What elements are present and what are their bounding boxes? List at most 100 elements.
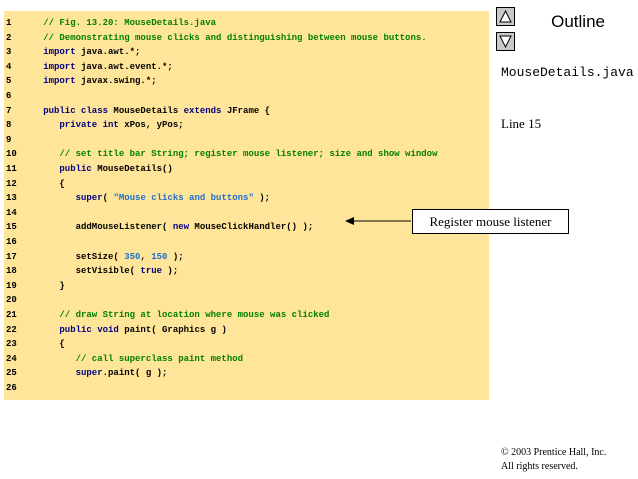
code-token: // draw String at location where mouse w… xyxy=(27,310,330,320)
line-number: 13 xyxy=(6,193,17,204)
code-text: // call superclass paint method xyxy=(27,352,243,366)
line-reference: Line 15 xyxy=(501,116,542,131)
code-token: } xyxy=(27,280,65,291)
callout-box: Register mouse listener xyxy=(412,209,569,234)
code-token: MouseDetails xyxy=(108,105,184,116)
line-number: 24 xyxy=(6,353,17,364)
code-token: new xyxy=(172,222,190,233)
line-number: 6 xyxy=(6,91,12,101)
code-text: import javax.swing.*; xyxy=(27,74,157,88)
copyright-notice: © 2003 Prentice Hall, Inc. All rights re… xyxy=(501,446,606,474)
code-token: import xyxy=(27,76,76,87)
code-token: super xyxy=(27,193,103,204)
line-number: 26 xyxy=(6,383,17,393)
line-number: 16 xyxy=(6,237,17,247)
code-text: addMouseListener( new MouseClickHandler(… xyxy=(27,220,314,234)
code-token: xPos, yPos; xyxy=(118,120,184,131)
code-text: public MouseDetails() xyxy=(27,162,173,176)
code-text: setSize( 350, 150 ); xyxy=(27,250,184,264)
code-token: { xyxy=(27,178,65,189)
line-number: 25 xyxy=(6,368,17,379)
code-token: 350 xyxy=(124,251,141,262)
code-text: public class MouseDetails extends JFrame… xyxy=(27,104,270,118)
code-token: 150 xyxy=(151,251,168,262)
code-text: private int xPos, yPos; xyxy=(27,118,184,132)
code-text: setVisible( true ); xyxy=(27,264,179,278)
line-number: 19 xyxy=(6,280,17,291)
line-number: 5 xyxy=(6,76,12,87)
code-text: import java.awt.event.*; xyxy=(27,60,173,74)
code-token: JFrame { xyxy=(221,105,271,116)
code-token: public void xyxy=(27,324,119,335)
code-token: import xyxy=(27,47,76,58)
line-number: 23 xyxy=(6,339,17,350)
code-text: } xyxy=(27,279,65,293)
code-text: super( "Mouse clicks and buttons" ); xyxy=(27,191,270,205)
code-token: // call superclass paint method xyxy=(27,353,244,364)
previous-slide-button[interactable] xyxy=(496,7,515,26)
code-token: paint( Graphics g ) xyxy=(118,324,227,335)
code-token: // set title bar String; register mouse … xyxy=(27,149,438,160)
code-token: private int xyxy=(27,120,119,131)
code-token: ); xyxy=(253,193,271,204)
code-token: public xyxy=(27,164,92,174)
code-token: extends xyxy=(183,105,222,116)
line-number: 2 xyxy=(6,32,12,43)
code-text: // draw String at location where mouse w… xyxy=(27,308,329,322)
line-number: 14 xyxy=(6,207,17,218)
line-number: 12 xyxy=(6,178,17,189)
code-text: // Demonstrating mouse clicks and distin… xyxy=(27,31,427,45)
code-text: // set title bar String; register mouse … xyxy=(27,147,437,161)
line-number: 17 xyxy=(6,251,17,262)
line-number: 10 xyxy=(6,149,17,160)
file-name: MouseDetails.java xyxy=(501,65,634,80)
code-token: java.awt.event.*; xyxy=(75,61,173,72)
line-number: 3 xyxy=(6,47,12,58)
outline-title: Outline xyxy=(551,12,605,31)
code-token: true xyxy=(140,266,163,277)
triangle-down-icon xyxy=(499,35,512,48)
code-token: super xyxy=(27,368,103,379)
code-token: ); xyxy=(167,251,184,262)
line-number: 8 xyxy=(6,120,12,131)
code-token: { xyxy=(27,339,65,350)
code-text: public void paint( Graphics g ) xyxy=(27,323,227,337)
next-slide-button[interactable] xyxy=(496,32,515,51)
code-text: { xyxy=(27,177,65,191)
code-text: // Fig. 13.20: MouseDetails.java xyxy=(27,16,216,30)
callout-text: Register mouse listener xyxy=(429,214,552,229)
line-number: 11 xyxy=(6,164,17,174)
code-token: ); xyxy=(162,266,179,277)
code-token: setVisible( xyxy=(27,266,141,277)
code-token: java.awt.*; xyxy=(75,47,141,58)
line-number: 1 xyxy=(6,18,12,28)
line-number: 4 xyxy=(6,61,12,72)
copyright-line-1: © 2003 Prentice Hall, Inc. xyxy=(501,447,607,458)
line-number: 7 xyxy=(6,105,12,116)
code-token: addMouseListener( xyxy=(27,222,173,233)
copyright-line-2: All rights reserved. xyxy=(501,461,578,472)
line-number: 20 xyxy=(6,295,17,306)
code-token: import xyxy=(27,61,76,72)
line-number: 21 xyxy=(6,310,17,320)
code-text: import java.awt.*; xyxy=(27,45,140,59)
code-text: { xyxy=(27,337,65,351)
line-number: 15 xyxy=(6,222,17,233)
code-listing-panel: 1 // Fig. 13.20: MouseDetails.java 2 // D… xyxy=(4,11,489,400)
code-token: setSize( xyxy=(27,251,125,262)
triangle-up-icon xyxy=(499,10,512,23)
code-token: public class xyxy=(27,105,109,116)
code-token: MouseDetails() xyxy=(91,164,173,174)
code-token: .paint( g ); xyxy=(102,368,168,379)
code-token: javax.swing.*; xyxy=(75,76,157,87)
line-number: 18 xyxy=(6,266,17,277)
code-token: "Mouse clicks and buttons" xyxy=(113,193,254,204)
code-text: super.paint( g ); xyxy=(27,366,168,380)
line-number: 9 xyxy=(6,134,12,145)
code-token: MouseClickHandler() ); xyxy=(189,222,314,233)
code-token: ( xyxy=(102,193,114,204)
code-token: , xyxy=(140,251,152,262)
line-number: 22 xyxy=(6,324,17,335)
code-token: // Demonstrating mouse clicks and distin… xyxy=(27,32,427,43)
code-token: // Fig. 13.20: MouseDetails.java xyxy=(27,18,217,28)
